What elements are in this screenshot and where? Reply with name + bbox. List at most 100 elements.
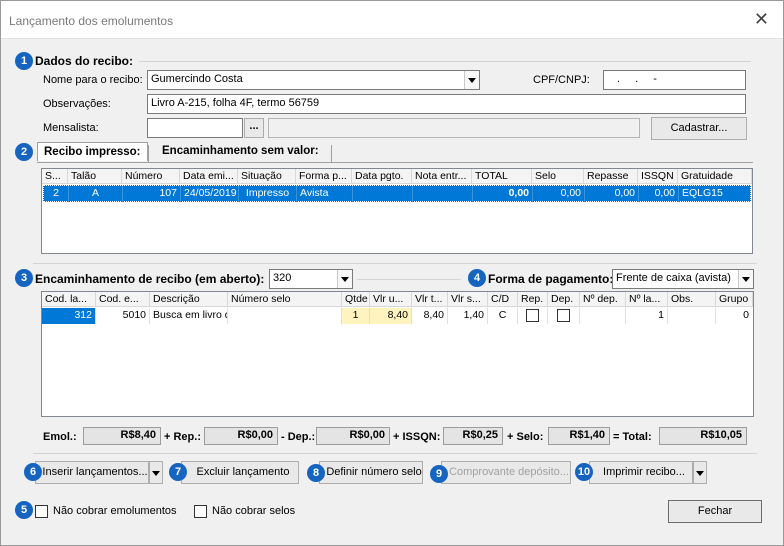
lancamentos-table[interactable]: Cod. la... Cod. e... Descrição Número se… (41, 291, 754, 417)
column-header[interactable]: Rep. (518, 292, 548, 307)
table-cell[interactable]: 1 (626, 308, 668, 324)
emol-label: Emol.: (43, 431, 77, 443)
imprimir-recibo-button[interactable]: Imprimir recibo... (589, 461, 693, 484)
table-cell[interactable] (580, 308, 626, 324)
table-row[interactable]: 2 A 107 24/05/2019 Impresso Avista 0,00 … (43, 185, 751, 202)
table-cell: EQLG15 (682, 187, 723, 199)
column-header[interactable]: Vlr t... (412, 292, 448, 307)
step-badge-6: 6 (24, 463, 42, 481)
table-cell[interactable]: 0 (716, 308, 752, 324)
tab-separator (331, 145, 332, 162)
table-cell: A (69, 186, 123, 202)
encaminhamento-combobox[interactable]: 320 (269, 269, 353, 289)
nao-cobrar-selos-checkbox[interactable] (194, 505, 207, 518)
inserir-dropdown-arrow[interactable] (149, 461, 163, 484)
column-header[interactable]: Grupo (716, 292, 753, 307)
table-cell[interactable] (668, 308, 716, 324)
column-header[interactable]: C/D (488, 292, 518, 307)
column-header[interactable]: Repasse (584, 169, 638, 184)
column-header[interactable]: Data pgto. (352, 169, 412, 184)
column-header[interactable]: Nº dep. (580, 292, 626, 307)
fechar-button[interactable]: Fechar (668, 500, 762, 523)
nao-cobrar-emolumentos-label[interactable]: Não cobrar emolumentos (53, 505, 177, 517)
column-header[interactable]: Situação (238, 169, 296, 184)
cpf-input[interactable]: . . - (603, 70, 746, 90)
table-cell[interactable]: 1,40 (448, 308, 488, 324)
column-header[interactable]: Número (122, 169, 180, 184)
mensalista-lookup-button[interactable]: ... (244, 118, 264, 138)
column-header[interactable]: Nº la... (626, 292, 668, 307)
column-header[interactable]: Gratuidade (678, 169, 752, 184)
table-cell: Impresso (239, 186, 297, 202)
chevron-down-icon[interactable] (464, 71, 479, 89)
definir-numero-selo-button[interactable]: Definir número selo (319, 461, 423, 484)
nao-cobrar-selos-label[interactable]: Não cobrar selos (212, 505, 295, 517)
excluir-lancamento-button[interactable]: Excluir lançamento (181, 461, 299, 484)
section-divider (139, 61, 751, 62)
table-cell[interactable]: 8,40 (412, 308, 448, 324)
nome-value: Gumercindo Costa (151, 73, 243, 85)
column-header[interactable]: Cod. la... (42, 292, 96, 307)
dialog-window: Lançamento dos emolumentos ✕ 1 Dados do … (0, 0, 784, 546)
section-title-dados-recibo: Dados do recibo: (35, 54, 134, 68)
table-cell[interactable] (518, 308, 548, 324)
issqn-value: R$0,25 (443, 427, 503, 445)
table-row[interactable]: 312 5010 Busca em livro de 1 8,40 8,40 1… (42, 308, 753, 326)
column-header[interactable]: S... (42, 169, 68, 184)
column-header[interactable]: Data emi... (180, 169, 238, 184)
table-cell: 0,00 (639, 186, 679, 202)
chevron-down-icon[interactable] (337, 270, 352, 288)
table-cell[interactable]: Busca em livro de (150, 308, 228, 324)
chevron-down-icon[interactable] (738, 270, 753, 288)
table-cell: 24/05/2019 (181, 186, 239, 202)
tab-encaminhamento-sem-valor[interactable]: Encaminhamento sem valor: (156, 142, 325, 160)
column-header[interactable]: TOTAL (472, 169, 532, 184)
column-header[interactable]: Cod. e... (96, 292, 150, 307)
column-header[interactable]: Vlr u... (370, 292, 412, 307)
table-cell (353, 186, 413, 202)
cadastrar-button[interactable]: Cadastrar... (651, 117, 747, 140)
column-header[interactable]: Forma p... (296, 169, 352, 184)
step-badge-5: 5 (15, 501, 33, 519)
column-header[interactable]: ISSQN (638, 169, 678, 184)
recibo-table[interactable]: S... Talão Número Data emi... Situação F… (41, 168, 753, 254)
mensalista-label: Mensalista: (43, 122, 99, 134)
column-header[interactable]: Número selo (228, 292, 342, 307)
table-cell[interactable]: 8,40 (370, 308, 412, 324)
observacoes-label: Observações: (43, 98, 111, 110)
dep-label: - Dep.: (281, 431, 316, 443)
nao-cobrar-emolumentos-checkbox[interactable] (35, 505, 48, 518)
dep-value: R$0,00 (316, 427, 390, 445)
dep-checkbox[interactable] (557, 309, 570, 322)
column-header[interactable]: Talão (68, 169, 122, 184)
column-header[interactable]: Nota entr... (412, 169, 472, 184)
rep-checkbox[interactable] (526, 309, 539, 322)
forma-pagamento-combobox[interactable]: Frente de caixa (avista) (612, 269, 754, 289)
column-header[interactable]: Descrição (150, 292, 228, 307)
column-header[interactable]: Vlr s... (448, 292, 488, 307)
table-cell[interactable]: 312 (42, 308, 96, 324)
close-icon[interactable]: ✕ (754, 10, 769, 28)
column-header[interactable]: Obs. (668, 292, 716, 307)
comprovante-deposito-button[interactable]: Comprovante depósito... (441, 461, 571, 484)
table-cell[interactable] (548, 308, 580, 324)
mensalista-code-input[interactable] (147, 118, 243, 138)
table-cell[interactable]: 1 (342, 308, 370, 324)
column-header[interactable]: Selo (532, 169, 584, 184)
step-badge-10: 10 (575, 463, 593, 481)
step-badge-7: 7 (169, 463, 187, 481)
table-cell[interactable]: 5010 (96, 308, 150, 324)
nome-combobox[interactable]: Gumercindo Costa (147, 70, 480, 90)
emol-value: R$8,40 (83, 427, 161, 445)
tab-recibo-impresso[interactable]: Recibo impresso: (37, 142, 148, 161)
table-cell: 2 (44, 186, 69, 202)
table-cell[interactable]: C (488, 308, 518, 324)
table-cell[interactable] (228, 308, 342, 324)
inserir-lancamentos-button[interactable]: Inserir lançamentos... (35, 461, 149, 484)
column-header[interactable]: Dep. (548, 292, 580, 307)
imprimir-dropdown-arrow[interactable] (693, 461, 707, 484)
observacoes-input[interactable]: Livro A-215, folha 4F, termo 56759 (147, 94, 746, 114)
forma-pagamento-value: Frente de caixa (avista) (616, 272, 731, 284)
column-header[interactable]: Qtde (342, 292, 370, 307)
observacoes-value: Livro A-215, folha 4F, termo 56759 (151, 97, 320, 109)
